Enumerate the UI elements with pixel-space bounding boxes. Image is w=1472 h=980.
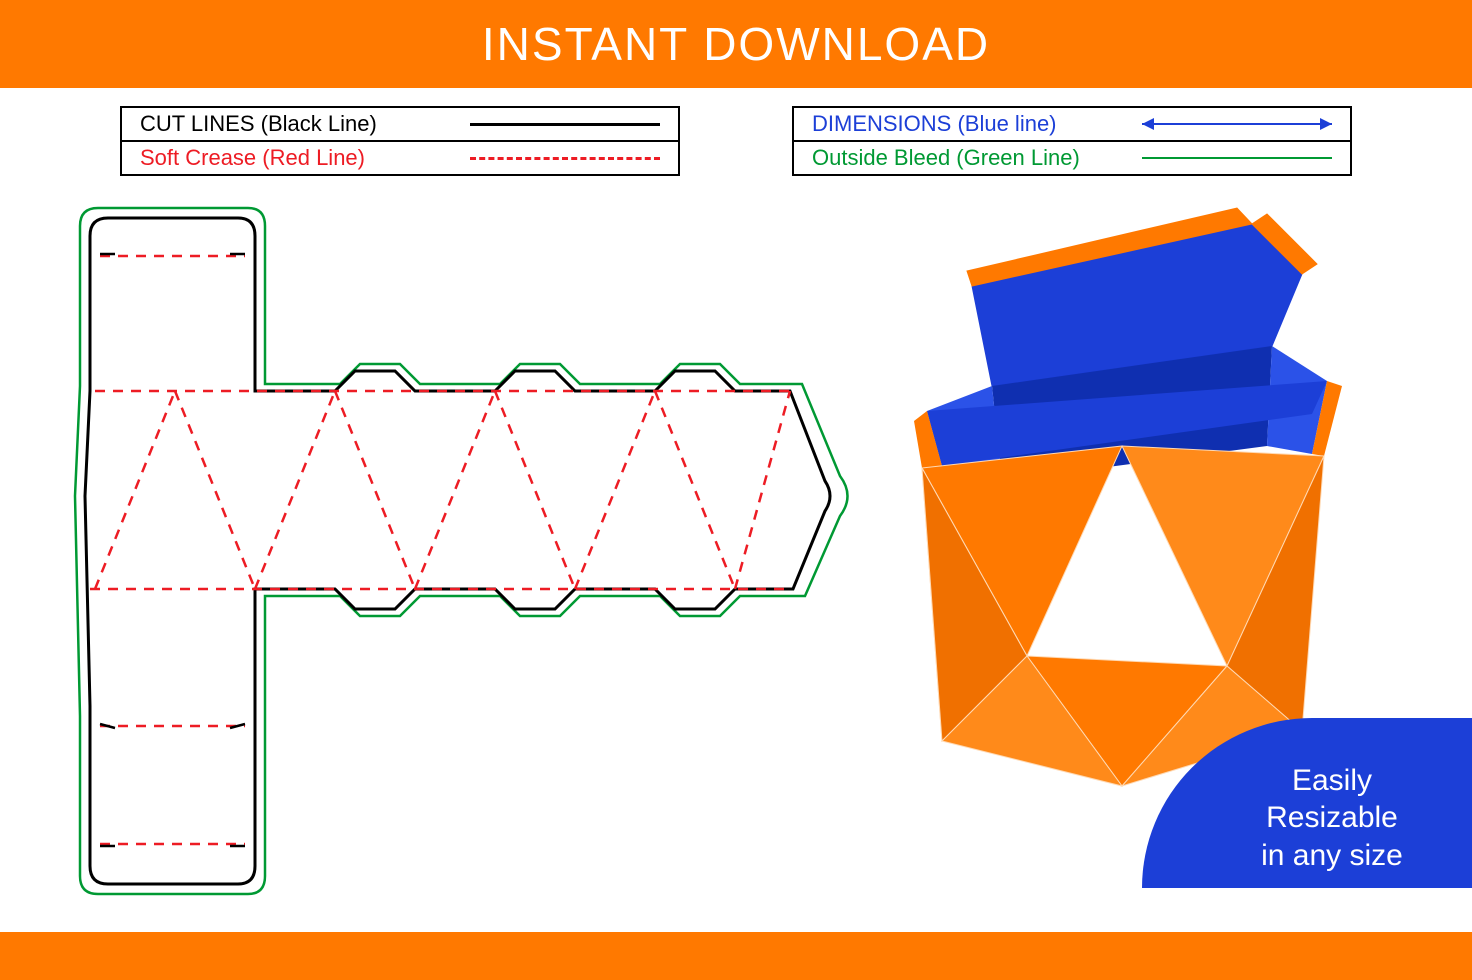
legend-label: Outside Bleed (Green Line) bbox=[812, 145, 1080, 171]
legend-label: Soft Crease (Red Line) bbox=[140, 145, 365, 171]
top-banner: INSTANT DOWNLOAD bbox=[0, 0, 1472, 88]
badge-line3: in any size bbox=[1261, 837, 1403, 875]
content-area: Easily Resizable in any size bbox=[0, 176, 1472, 936]
banner-title: INSTANT DOWNLOAD bbox=[482, 17, 990, 71]
solid-green-line-icon bbox=[1142, 157, 1332, 159]
crease-lines bbox=[90, 256, 790, 844]
bottom-banner bbox=[0, 932, 1472, 980]
legend-cut-lines: CUT LINES (Black Line) bbox=[122, 108, 678, 140]
legend-soft-crease: Soft Crease (Red Line) bbox=[122, 140, 678, 174]
badge-line1: Easily bbox=[1292, 762, 1372, 800]
dieline-template bbox=[60, 196, 860, 916]
box-3d-preview bbox=[872, 186, 1352, 806]
badge-line2: Resizable bbox=[1266, 799, 1398, 837]
legend-right: DIMENSIONS (Blue line) Outside Bleed (Gr… bbox=[792, 106, 1352, 176]
cut-outline bbox=[85, 218, 830, 884]
legend-left: CUT LINES (Black Line) Soft Crease (Red … bbox=[120, 106, 680, 176]
legend-label: CUT LINES (Black Line) bbox=[140, 111, 377, 137]
legend-bleed: Outside Bleed (Green Line) bbox=[794, 140, 1350, 174]
legend-row: CUT LINES (Black Line) Soft Crease (Red … bbox=[0, 88, 1472, 176]
legend-dimensions: DIMENSIONS (Blue line) bbox=[794, 108, 1350, 140]
blue-arrow-line-icon bbox=[1142, 123, 1332, 125]
solid-black-line-icon bbox=[470, 123, 660, 126]
dashed-red-line-icon bbox=[470, 157, 660, 160]
legend-label: DIMENSIONS (Blue line) bbox=[812, 111, 1057, 137]
bleed-outline bbox=[75, 208, 848, 894]
flap-notches bbox=[100, 254, 245, 846]
